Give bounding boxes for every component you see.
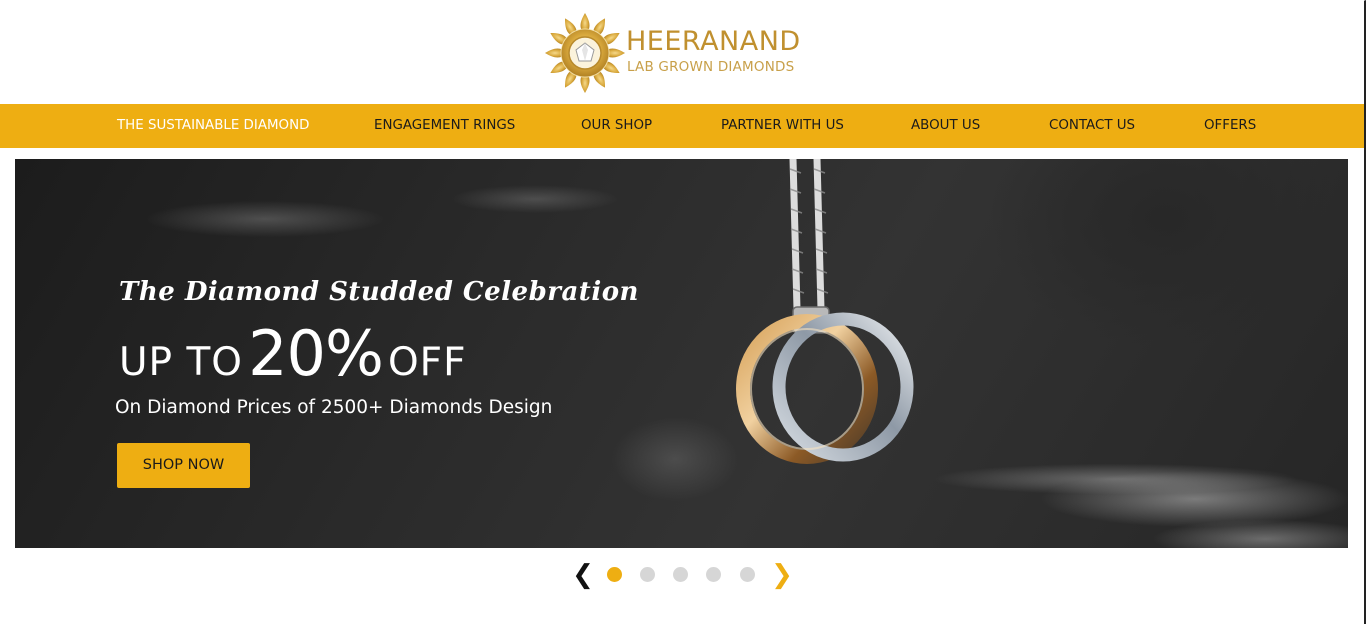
carousel-dot-2[interactable] [640, 567, 655, 582]
brand-logo[interactable]: HEERANAND LAB GROWN DIAMONDS [544, 12, 834, 96]
hero-banner: The Diamond Studded Celebration UP TO 20… [15, 159, 1348, 548]
hero-offer-headline: UP TO 20% OFF [119, 317, 467, 390]
carousel-dot-4[interactable] [706, 567, 721, 582]
brand-name: HEERANAND [626, 26, 801, 57]
carousel-controls: ❮ ❯ [570, 560, 800, 590]
carousel-dot-3[interactable] [673, 567, 688, 582]
nav-item-offers[interactable]: OFFERS [1204, 104, 1256, 148]
offer-prefix: UP TO [119, 340, 243, 385]
main-nav: THE SUSTAINABLE DIAMOND ENGAGEMENT RINGS… [0, 104, 1364, 148]
offer-suffix: OFF [387, 340, 467, 385]
nav-item-engagement-rings[interactable]: ENGAGEMENT RINGS [374, 104, 515, 148]
hero-subline: On Diamond Prices of 2500+ Diamonds Desi… [115, 397, 553, 418]
chevron-right-icon[interactable]: ❯ [771, 560, 793, 590]
brand-tagline: LAB GROWN DIAMONDS [627, 59, 795, 75]
chevron-left-icon[interactable]: ❮ [572, 560, 594, 590]
offer-value: 20% [248, 317, 384, 390]
ring-pendant-image [736, 312, 914, 464]
site-header: HEERANAND LAB GROWN DIAMONDS [0, 0, 1364, 104]
nav-item-contact-us[interactable]: CONTACT US [1049, 104, 1135, 148]
nav-item-our-shop[interactable]: OUR SHOP [581, 104, 652, 148]
carousel-dot-1[interactable] [607, 567, 622, 582]
shop-now-button[interactable]: SHOP NOW [117, 443, 250, 488]
carousel-dot-5[interactable] [740, 567, 755, 582]
diamond-mandala-icon [545, 13, 625, 93]
nav-item-sustainable-diamond[interactable]: THE SUSTAINABLE DIAMOND [117, 104, 309, 148]
nav-item-partner-with-us[interactable]: PARTNER WITH US [721, 104, 844, 148]
nav-item-about-us[interactable]: ABOUT US [911, 104, 980, 148]
hero-tagline: The Diamond Studded Celebration [119, 277, 639, 307]
